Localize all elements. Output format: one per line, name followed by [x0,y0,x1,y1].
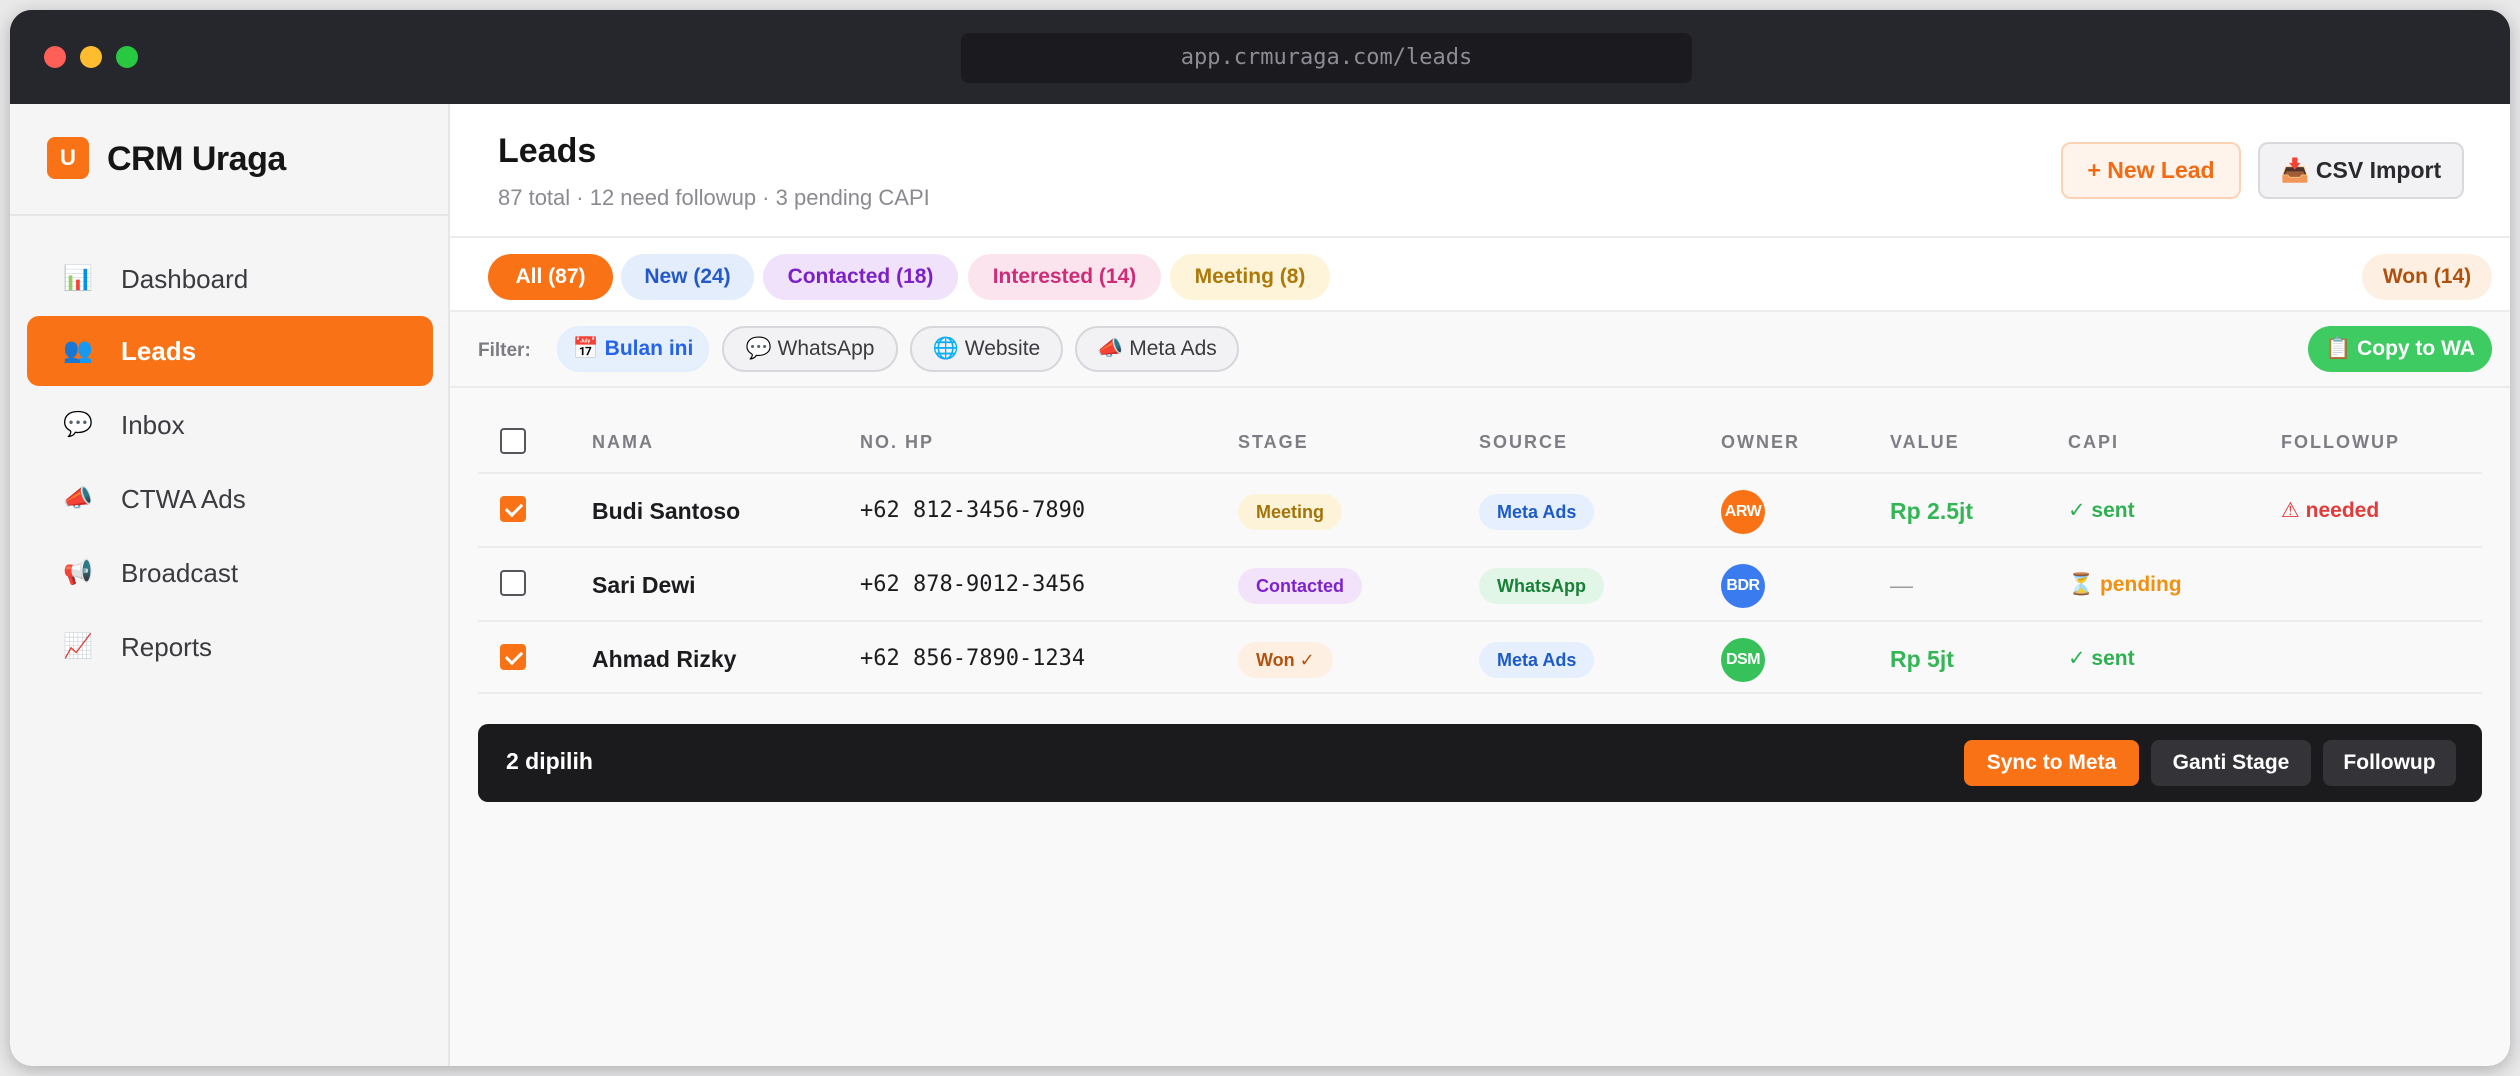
brand-logo: U [47,137,89,179]
sidebar-item-label: Reports [121,632,213,662]
sidebar-item-inbox[interactable]: 💬 Inbox [27,390,433,460]
title-bar: app.crmuraga.com/leads [10,10,2510,104]
sidebar-item-label: Leads [121,336,197,366]
lead-name[interactable]: Ahmad Rizky [592,644,736,674]
sidebar-item-label: CTWA Ads [121,484,246,514]
new-lead-button[interactable]: + New Lead [2061,142,2241,199]
lead-value: Rp 5jt [1890,646,1954,672]
sidebar-item-broadcast[interactable]: 📢 Broadcast [27,538,433,608]
column-header[interactable]: CAPI [2068,432,2119,453]
select-all-checkbox[interactable] [500,428,526,454]
sync-to-meta-button[interactable]: Sync to Meta [1964,740,2139,786]
filter-chip-bulan-ini[interactable]: 📅 Bulan ini [557,326,709,372]
capi-status: ✓ sent [2068,499,2135,522]
column-header[interactable]: SOURCE [1479,432,1568,453]
row-checkbox[interactable] [500,570,526,596]
url-bar[interactable]: app.crmuraga.com/leads [961,33,1692,83]
page-title: Leads [498,132,597,170]
owner-avatar: ARW [1721,490,1765,534]
sidebar-item-leads[interactable]: 👥 Leads [27,316,433,386]
lead-value: — [1890,572,1913,598]
stage-badge: Won ✓ [1238,642,1333,678]
speech-bubble-icon: 💬 [63,411,93,438]
page-header: Leads 87 total · 12 need followup · 3 pe… [450,104,2510,238]
sidebar-item-label: Dashboard [121,264,249,294]
change-stage-button[interactable]: Ganti Stage [2151,740,2311,786]
filter-label: Filter: [478,340,531,361]
sidebar: U CRM Uraga 📊 Dashboard 👥 Leads 💬 Inbox … [10,104,450,1066]
column-header[interactable]: VALUE [1890,432,1960,453]
brand: U CRM Uraga [10,104,450,216]
lead-name[interactable]: Budi Santoso [592,496,740,526]
brand-name: CRM Uraga [107,140,286,178]
table-row[interactable]: Ahmad Rizky +62 856-7890-1234 Won ✓ Meta… [478,620,2482,694]
owner-avatar: BDR [1721,564,1765,608]
trend-chart-icon: 📈 [63,633,93,660]
stage-badge: Meeting [1238,494,1343,530]
copy-to-wa-button[interactable]: 📋 Copy to WA [2308,326,2492,372]
browser-window: app.crmuraga.com/leads U CRM Uraga 📊 Das… [10,10,2510,1066]
minimize-window-button[interactable] [80,46,102,68]
csv-import-button[interactable]: 📥 CSV Import [2258,142,2464,199]
filter-chip-whatsapp[interactable]: 💬 WhatsApp [722,326,898,372]
lead-phone: +62 878-9012-3456 [860,572,1086,597]
tab-meeting[interactable]: Meeting (8) [1170,254,1330,300]
capi-status: ✓ sent [2068,647,2135,670]
main-panel: Leads 87 total · 12 need followup · 3 pe… [450,104,2510,1066]
tab-interested[interactable]: Interested (14) [968,254,1161,300]
column-header[interactable]: STAGE [1238,432,1309,453]
people-icon: 👥 [63,337,93,364]
lead-phone: +62 856-7890-1234 [860,646,1086,671]
column-header[interactable]: OWNER [1721,432,1800,453]
stage-tabs: All (87) New (24) Contacted (18) Interes… [450,238,2510,312]
page-subtitle: 87 total · 12 need followup · 3 pending … [498,185,930,210]
column-header[interactable]: NO. HP [860,432,934,453]
column-header[interactable]: NAMA [592,432,654,453]
table-row[interactable]: Sari Dewi +62 878-9012-3456 Contacted Wh… [478,546,2482,620]
sidebar-item-ctwa-ads[interactable]: 📣 CTWA Ads [27,464,433,534]
maximize-window-button[interactable] [116,46,138,68]
lead-phone: +62 812-3456-7890 [860,498,1086,523]
lead-name[interactable]: Sari Dewi [592,570,696,600]
app-content: U CRM Uraga 📊 Dashboard 👥 Leads 💬 Inbox … [10,104,2510,1066]
sidebar-item-dashboard[interactable]: 📊 Dashboard [27,244,433,314]
source-badge: WhatsApp [1479,568,1604,604]
tab-new[interactable]: New (24) [621,254,754,300]
source-badge: Meta Ads [1479,642,1595,678]
sidebar-item-label: Inbox [121,410,185,440]
megaphone-icon: 📣 [63,485,93,512]
lead-value: Rp 2.5jt [1890,498,1974,524]
sidebar-item-reports[interactable]: 📈 Reports [27,612,433,682]
loudspeaker-icon: 📢 [63,559,93,586]
source-badge: Meta Ads [1479,494,1595,530]
row-checkbox[interactable] [500,496,526,522]
selected-count: 2 dipilih [506,748,593,774]
followup-status: ⚠ needed [2281,499,2380,522]
close-window-button[interactable] [44,46,66,68]
filter-bar: Filter: 📅 Bulan ini 💬 WhatsApp 🌐 Website… [450,312,2510,388]
column-header[interactable]: FOLLOWUP [2281,432,2400,453]
tab-contacted[interactable]: Contacted (18) [763,254,958,300]
tab-all[interactable]: All (87) [488,254,613,300]
sidebar-item-label: Broadcast [121,558,239,588]
row-checkbox[interactable] [500,644,526,670]
stage-badge: Contacted [1238,568,1363,604]
bulk-action-bar: 2 dipilih Sync to Meta Ganti Stage Follo… [478,724,2482,802]
filter-chip-website[interactable]: 🌐 Website [910,326,1063,372]
followup-button[interactable]: Followup [2323,740,2456,786]
owner-avatar: DSM [1721,638,1765,682]
filter-chip-meta-ads[interactable]: 📣 Meta Ads [1075,326,1239,372]
table-row[interactable]: Budi Santoso +62 812-3456-7890 Meeting M… [478,472,2482,546]
chart-icon: 📊 [63,265,93,292]
capi-status: ⏳ pending [2068,573,2182,596]
tab-won[interactable]: Won (14) [2362,254,2492,300]
